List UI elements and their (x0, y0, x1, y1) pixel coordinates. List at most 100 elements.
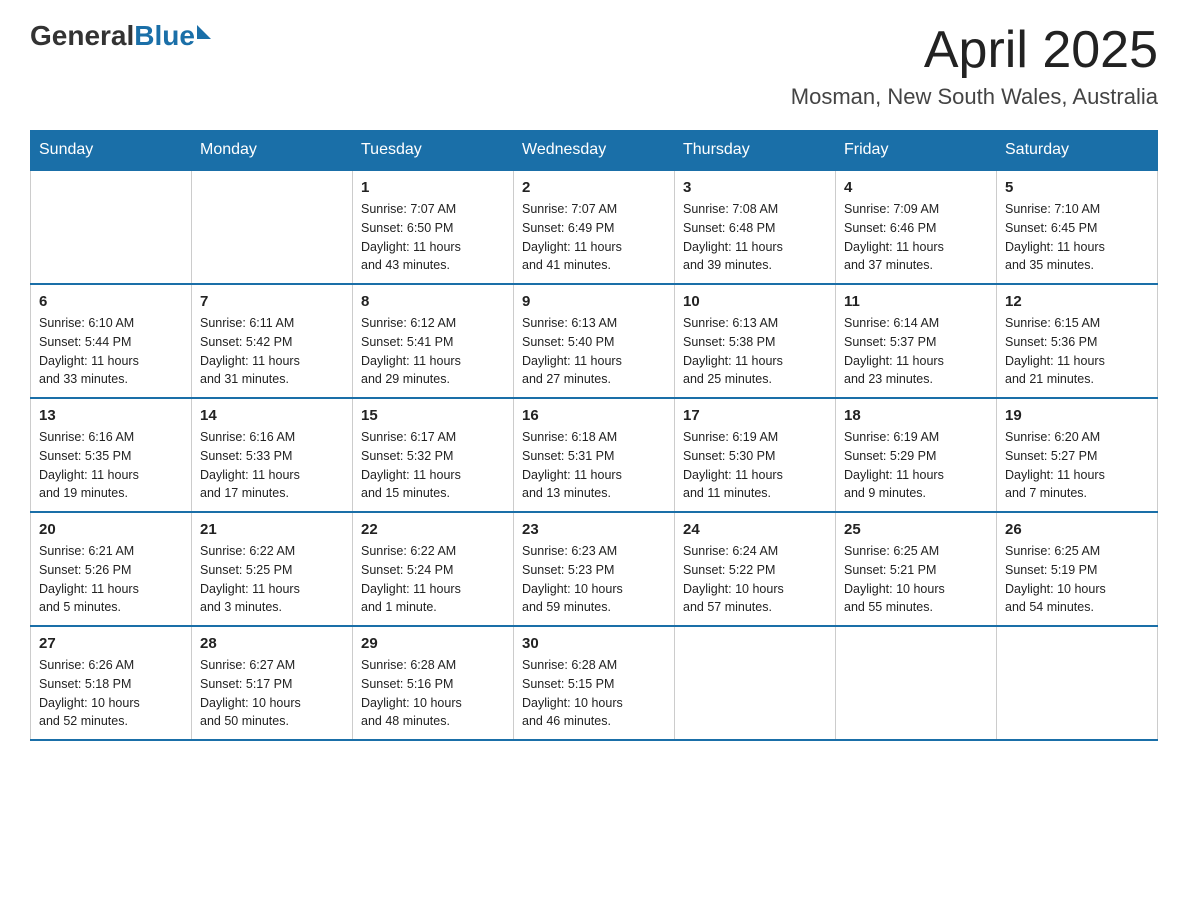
day-info: Sunrise: 6:22 AM Sunset: 5:24 PM Dayligh… (361, 542, 505, 617)
calendar-week-row: 27 Sunrise: 6:26 AM Sunset: 5:18 PM Dayli… (31, 626, 1158, 740)
day-info: Sunrise: 7:10 AM Sunset: 6:45 PM Dayligh… (1005, 200, 1149, 275)
calendar-cell: 19Sunrise: 6:20 AM Sunset: 5:27 PM Dayli… (997, 398, 1158, 512)
calendar-cell: 6 Sunrise: 6:10 AM Sunset: 5:44 PM Daylig… (31, 284, 192, 398)
day-number: 22 (361, 521, 505, 538)
calendar-cell: 30 Sunrise: 6:28 AM Sunset: 5:15 PM Dayli… (514, 626, 675, 740)
day-number: 2 (522, 179, 666, 196)
day-info: Sunrise: 6:28 AM Sunset: 5:15 PM Dayligh… (522, 656, 666, 731)
calendar-table: SundayMondayTuesdayWednesdayThursdayFrid… (30, 130, 1158, 741)
day-number: 27 (39, 635, 183, 652)
calendar-cell: 16 Sunrise: 6:18 AM Sunset: 5:31 PM Dayli… (514, 398, 675, 512)
day-number: 4 (844, 179, 988, 196)
day-info: Sunrise: 6:20 AM Sunset: 5:27 PM Dayligh… (1005, 428, 1149, 503)
calendar-cell: 22 Sunrise: 6:22 AM Sunset: 5:24 PM Dayli… (353, 512, 514, 626)
calendar-cell: 23Sunrise: 6:23 AM Sunset: 5:23 PM Dayli… (514, 512, 675, 626)
calendar-cell (192, 170, 353, 284)
day-info: Sunrise: 6:26 AM Sunset: 5:18 PM Dayligh… (39, 656, 183, 731)
calendar-cell: 12 Sunrise: 6:15 AM Sunset: 5:36 PM Dayli… (997, 284, 1158, 398)
calendar-header-row: SundayMondayTuesdayWednesdayThursdayFrid… (31, 131, 1158, 171)
day-number: 16 (522, 407, 666, 424)
calendar-cell: 28Sunrise: 6:27 AM Sunset: 5:17 PM Dayli… (192, 626, 353, 740)
title-section: April 2025 Mosman, New South Wales, Aust… (791, 20, 1158, 110)
day-number: 23 (522, 521, 666, 538)
day-info: Sunrise: 6:15 AM Sunset: 5:36 PM Dayligh… (1005, 314, 1149, 389)
calendar-cell: 11Sunrise: 6:14 AM Sunset: 5:37 PM Dayli… (836, 284, 997, 398)
day-info: Sunrise: 6:11 AM Sunset: 5:42 PM Dayligh… (200, 314, 344, 389)
day-info: Sunrise: 6:17 AM Sunset: 5:32 PM Dayligh… (361, 428, 505, 503)
calendar-cell: 18 Sunrise: 6:19 AM Sunset: 5:29 PM Dayli… (836, 398, 997, 512)
day-info: Sunrise: 6:18 AM Sunset: 5:31 PM Dayligh… (522, 428, 666, 503)
month-title: April 2025 (791, 20, 1158, 80)
calendar-cell: 10 Sunrise: 6:13 AM Sunset: 5:38 PM Dayli… (675, 284, 836, 398)
day-number: 12 (1005, 293, 1149, 310)
calendar-week-row: 13 Sunrise: 6:16 AM Sunset: 5:35 PM Dayli… (31, 398, 1158, 512)
day-info: Sunrise: 7:07 AM Sunset: 6:50 PM Dayligh… (361, 200, 505, 275)
day-info: Sunrise: 6:22 AM Sunset: 5:25 PM Dayligh… (200, 542, 344, 617)
calendar-cell: 15 Sunrise: 6:17 AM Sunset: 5:32 PM Dayli… (353, 398, 514, 512)
calendar-cell: 9 Sunrise: 6:13 AM Sunset: 5:40 PM Daylig… (514, 284, 675, 398)
day-info: Sunrise: 6:25 AM Sunset: 5:19 PM Dayligh… (1005, 542, 1149, 617)
calendar-cell: 17 Sunrise: 6:19 AM Sunset: 5:30 PM Dayli… (675, 398, 836, 512)
calendar-week-row: 1Sunrise: 7:07 AM Sunset: 6:50 PM Daylig… (31, 170, 1158, 284)
calendar-cell (836, 626, 997, 740)
day-number: 18 (844, 407, 988, 424)
day-number: 13 (39, 407, 183, 424)
calendar-cell: 25Sunrise: 6:25 AM Sunset: 5:21 PM Dayli… (836, 512, 997, 626)
day-number: 24 (683, 521, 827, 538)
page-header: General Blue April 2025 Mosman, New Sout… (30, 20, 1158, 110)
day-info: Sunrise: 6:13 AM Sunset: 5:38 PM Dayligh… (683, 314, 827, 389)
day-of-week-header: Thursday (675, 131, 836, 171)
day-number: 14 (200, 407, 344, 424)
calendar-cell (31, 170, 192, 284)
day-info: Sunrise: 6:16 AM Sunset: 5:35 PM Dayligh… (39, 428, 183, 503)
day-of-week-header: Monday (192, 131, 353, 171)
logo-general-text: General (30, 20, 134, 52)
day-of-week-header: Friday (836, 131, 997, 171)
day-of-week-header: Wednesday (514, 131, 675, 171)
day-number: 30 (522, 635, 666, 652)
day-info: Sunrise: 6:21 AM Sunset: 5:26 PM Dayligh… (39, 542, 183, 617)
calendar-cell: 14 Sunrise: 6:16 AM Sunset: 5:33 PM Dayli… (192, 398, 353, 512)
calendar-cell: 8 Sunrise: 6:12 AM Sunset: 5:41 PM Daylig… (353, 284, 514, 398)
day-info: Sunrise: 6:10 AM Sunset: 5:44 PM Dayligh… (39, 314, 183, 389)
calendar-cell: 20Sunrise: 6:21 AM Sunset: 5:26 PM Dayli… (31, 512, 192, 626)
day-number: 17 (683, 407, 827, 424)
day-of-week-header: Tuesday (353, 131, 514, 171)
calendar-cell (997, 626, 1158, 740)
calendar-cell: 27 Sunrise: 6:26 AM Sunset: 5:18 PM Dayli… (31, 626, 192, 740)
day-info: Sunrise: 7:07 AM Sunset: 6:49 PM Dayligh… (522, 200, 666, 275)
day-info: Sunrise: 6:24 AM Sunset: 5:22 PM Dayligh… (683, 542, 827, 617)
calendar-week-row: 6 Sunrise: 6:10 AM Sunset: 5:44 PM Daylig… (31, 284, 1158, 398)
day-of-week-header: Sunday (31, 131, 192, 171)
location-subtitle: Mosman, New South Wales, Australia (791, 84, 1158, 110)
calendar-cell: 3Sunrise: 7:08 AM Sunset: 6:48 PM Daylig… (675, 170, 836, 284)
calendar-week-row: 20Sunrise: 6:21 AM Sunset: 5:26 PM Dayli… (31, 512, 1158, 626)
day-number: 9 (522, 293, 666, 310)
calendar-cell: 2 Sunrise: 7:07 AM Sunset: 6:49 PM Daylig… (514, 170, 675, 284)
day-number: 15 (361, 407, 505, 424)
day-info: Sunrise: 6:13 AM Sunset: 5:40 PM Dayligh… (522, 314, 666, 389)
day-number: 29 (361, 635, 505, 652)
calendar-cell: 29 Sunrise: 6:28 AM Sunset: 5:16 PM Dayli… (353, 626, 514, 740)
day-info: Sunrise: 6:19 AM Sunset: 5:29 PM Dayligh… (844, 428, 988, 503)
day-number: 11 (844, 293, 988, 310)
day-number: 5 (1005, 179, 1149, 196)
logo-blue-text: Blue (134, 20, 195, 52)
day-info: Sunrise: 6:28 AM Sunset: 5:16 PM Dayligh… (361, 656, 505, 731)
calendar-cell: 5 Sunrise: 7:10 AM Sunset: 6:45 PM Daylig… (997, 170, 1158, 284)
day-number: 3 (683, 179, 827, 196)
day-info: Sunrise: 6:19 AM Sunset: 5:30 PM Dayligh… (683, 428, 827, 503)
day-number: 6 (39, 293, 183, 310)
day-info: Sunrise: 6:27 AM Sunset: 5:17 PM Dayligh… (200, 656, 344, 731)
calendar-cell (675, 626, 836, 740)
day-info: Sunrise: 6:16 AM Sunset: 5:33 PM Dayligh… (200, 428, 344, 503)
calendar-cell: 24 Sunrise: 6:24 AM Sunset: 5:22 PM Dayli… (675, 512, 836, 626)
day-number: 26 (1005, 521, 1149, 538)
day-number: 8 (361, 293, 505, 310)
day-info: Sunrise: 7:09 AM Sunset: 6:46 PM Dayligh… (844, 200, 988, 275)
day-number: 10 (683, 293, 827, 310)
day-info: Sunrise: 6:25 AM Sunset: 5:21 PM Dayligh… (844, 542, 988, 617)
logo: General Blue (30, 20, 211, 52)
calendar-cell: 1Sunrise: 7:07 AM Sunset: 6:50 PM Daylig… (353, 170, 514, 284)
day-info: Sunrise: 6:12 AM Sunset: 5:41 PM Dayligh… (361, 314, 505, 389)
